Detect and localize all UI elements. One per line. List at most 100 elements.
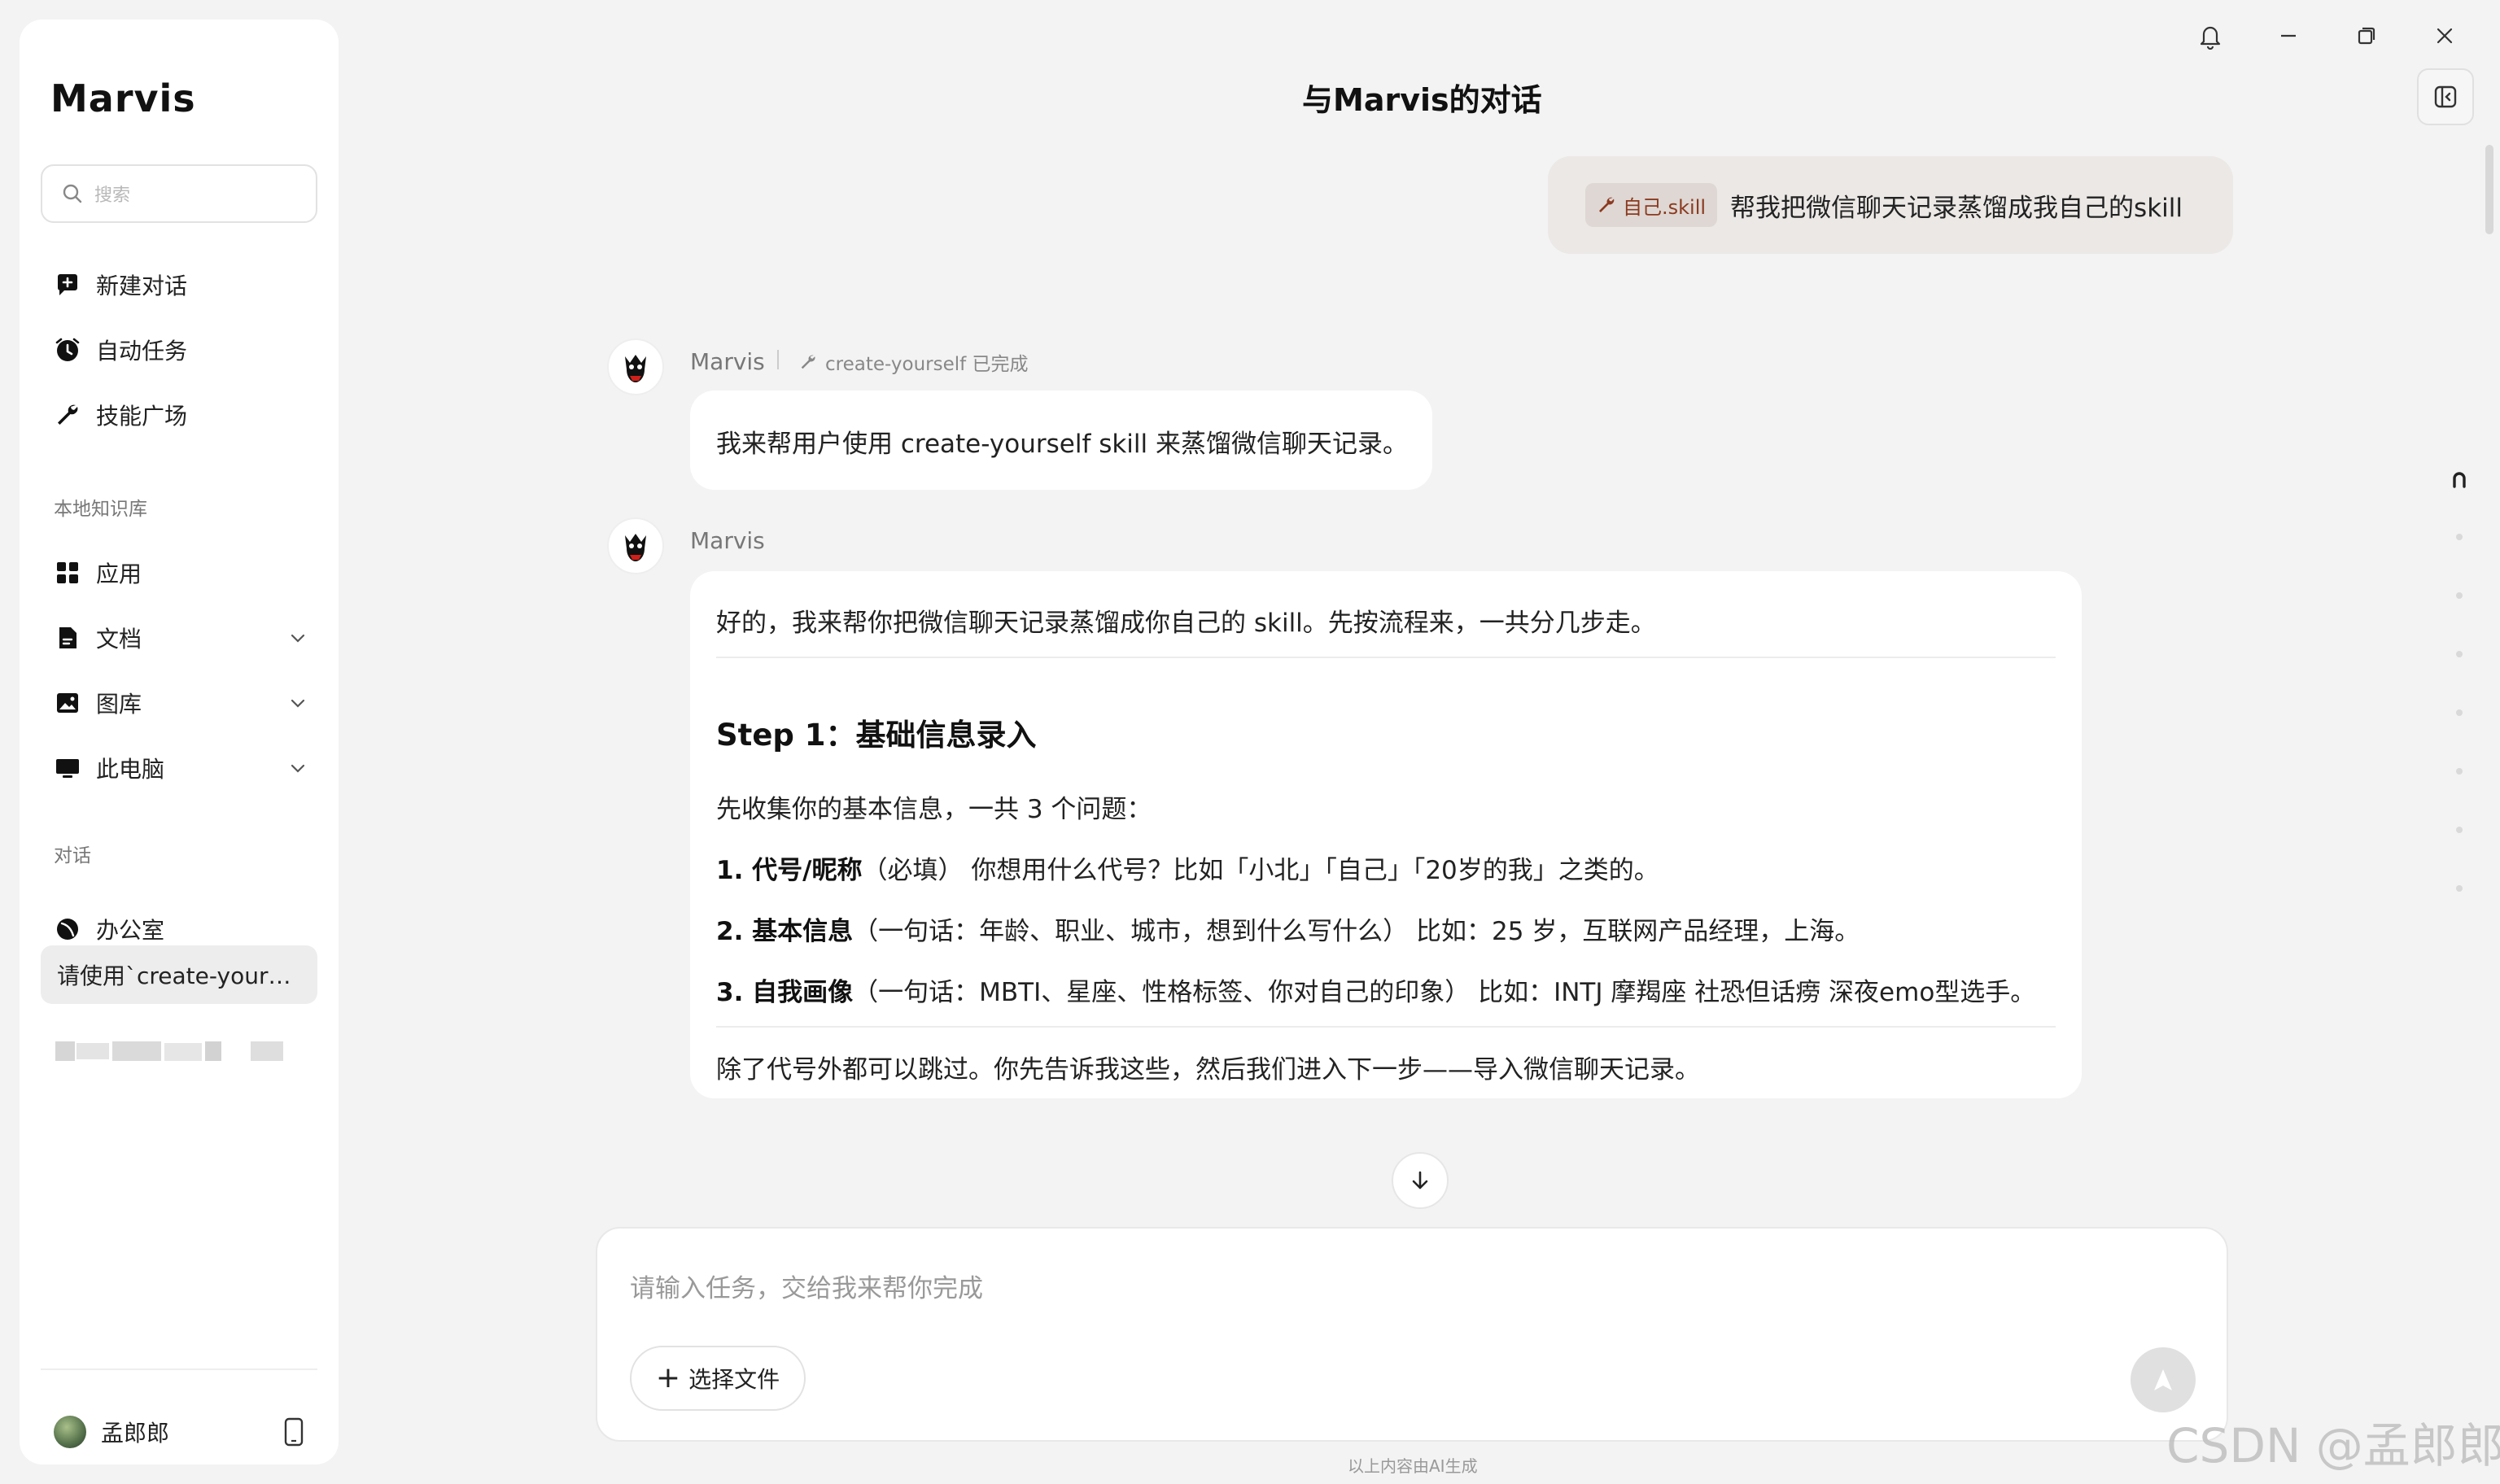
new-chat-icon	[54, 271, 81, 299]
close-icon[interactable]	[2427, 18, 2463, 54]
scrollbar[interactable]	[2485, 145, 2493, 234]
bot-avatar	[607, 517, 664, 574]
watermark: CSDN @孟郎郎	[2166, 1418, 2500, 1473]
conversation-title: 请使用`create-yourself`帮我把微信聊天记录蒸馏成我自己的skil…	[57, 962, 301, 989]
sidebar-item-label: 应用	[96, 561, 142, 587]
chevron-down-icon[interactable]	[288, 693, 308, 713]
sidebar-item-gallery[interactable]: 图库	[54, 679, 314, 727]
wrench-icon	[1597, 195, 1623, 215]
marvis-mascot-icon	[625, 355, 646, 382]
step-lead: 先收集你的基本信息，一共 3 个问题：	[716, 795, 1152, 824]
restore-icon[interactable]	[2349, 18, 2384, 54]
arrow-down-icon	[1407, 1168, 1433, 1194]
question-num: 3.	[716, 978, 753, 1007]
sidebar-item-label: 文档	[96, 626, 142, 653]
question-num: 2.	[716, 917, 753, 946]
sidebar-item-label: 技能广场	[96, 403, 188, 430]
question-item: 3. 自我画像（一句话：MBTI、星座、性格标签、你对自己的印象） 比如：INT…	[716, 971, 2056, 1008]
bot-message-bubble: 我来帮用户使用 create-yourself skill 来蒸馏微信聊天记录。	[690, 391, 1432, 490]
search-input[interactable]: 搜索	[41, 164, 317, 223]
sidebar-item-documents[interactable]: 文档	[54, 613, 314, 662]
outline-dot[interactable]	[2456, 651, 2463, 657]
wrench-icon	[799, 353, 825, 371]
page-title: 与Marvis的对话	[1302, 82, 1542, 118]
image-icon	[54, 689, 81, 717]
skill-tag-label: 自己.skill	[1623, 195, 1707, 219]
wrench-icon	[54, 401, 81, 429]
sidebar-item-label: 自动任务	[96, 338, 188, 364]
outline-dot[interactable]	[2456, 768, 2463, 775]
bot-intro: 好的，我来帮你把微信聊天记录蒸馏成你自己的 skill。先按流程来，一共分几步走…	[716, 609, 1656, 638]
sidebar-item-skill-market[interactable]: 技能广场	[54, 391, 314, 439]
send-icon	[2148, 1365, 2178, 1395]
sidebar-item-label: 办公室	[96, 917, 165, 944]
send-button[interactable]	[2131, 1347, 2196, 1412]
user-name: 孟郎郎	[101, 1420, 170, 1447]
monitor-icon	[54, 754, 81, 782]
bell-icon[interactable]	[2192, 18, 2228, 54]
question-detail: （一句话：年龄、职业、城市，想到什么写什么） 比如：25 岁，互联网产品经理，上…	[853, 917, 1860, 946]
conversation-item-active[interactable]: 请使用`create-yourself`帮我把微信聊天记录蒸馏成我自己的skil…	[41, 945, 317, 1004]
section-conversations: 对话	[54, 845, 91, 866]
marvis-mascot-icon	[625, 534, 646, 561]
question-detail: （必填） 你想用什么代号？比如「小北」「自己」「20岁的我」之类的。	[862, 856, 1659, 885]
sidebar-item-apps[interactable]: 应用	[54, 548, 314, 597]
choose-file-button[interactable]: + 选择文件	[630, 1346, 806, 1411]
search-placeholder: 搜索	[94, 186, 131, 206]
sidebar-divider	[41, 1368, 317, 1370]
minimize-icon[interactable]	[2271, 18, 2306, 54]
question-key: 基本信息	[752, 917, 854, 946]
outline-dot[interactable]	[2456, 709, 2463, 716]
outline-dot[interactable]	[2456, 534, 2463, 540]
plus-icon: +	[655, 1361, 681, 1395]
outline-dot[interactable]	[2456, 827, 2463, 833]
user-message: 自己.skill 帮我把微信聊天记录蒸馏成我自己的skill	[1548, 156, 2233, 254]
ai-disclaimer: 以上内容由AI生成	[1348, 1456, 1478, 1476]
bot-message-bubble: 好的，我来帮你把微信聊天记录蒸馏成你自己的 skill。先按流程来，一共分几步走…	[690, 571, 2082, 1098]
divider	[716, 657, 2056, 658]
section-local-kb: 本地知识库	[54, 499, 147, 520]
user-profile[interactable]: 孟郎郎	[54, 1406, 314, 1458]
question-item: 1. 代号/昵称（必填） 你想用什么代号？比如「小北」「自己」「20岁的我」之类…	[716, 849, 2056, 886]
toggle-panel-button[interactable]	[2417, 68, 2474, 125]
app-logo: Marvis	[50, 76, 196, 120]
bot-meta-divider	[777, 350, 779, 369]
bot-name: Marvis	[690, 527, 765, 554]
divider	[716, 1026, 2056, 1028]
user-message-text: 帮我把微信聊天记录蒸馏成我自己的skill	[1730, 193, 2183, 223]
step-heading: Step 1：基础信息录入	[716, 718, 1037, 753]
choose-file-label: 选择文件	[688, 1366, 780, 1393]
question-detail: （一句话：MBTI、星座、性格标签、你对自己的印象） 比如：INTJ 摩羯座 社…	[853, 978, 2036, 1007]
blurred-conversation-item[interactable]	[55, 1035, 299, 1067]
sidebar-item-label: 此电脑	[96, 756, 165, 783]
document-icon	[54, 624, 81, 652]
apps-grid-icon	[54, 559, 81, 587]
sidebar-item-new-chat[interactable]: 新建对话	[54, 260, 314, 309]
bot-name: Marvis	[690, 348, 765, 375]
skill-tag[interactable]: 自己.skill	[1585, 183, 1718, 227]
leaf-icon	[54, 915, 81, 943]
question-key: 代号/昵称	[752, 856, 863, 885]
question-num: 1.	[716, 856, 753, 885]
message-composer[interactable]: 请输入任务，交给我来帮你完成 + 选择文件	[596, 1227, 2228, 1442]
clock-icon	[54, 336, 81, 364]
skill-status[interactable]: create-yourself 已完成	[799, 348, 1029, 376]
sidebar-item-auto-tasks[interactable]: 自动任务	[54, 325, 314, 374]
outline-dot[interactable]	[2456, 885, 2463, 892]
chevron-down-icon[interactable]	[288, 758, 308, 778]
sidebar: Marvis 搜索 新建对话 自动任务 技能广场 本地知识库 应用 文档 图库 …	[20, 20, 339, 1464]
phone-icon[interactable]	[283, 1417, 304, 1447]
outline-dot[interactable]	[2456, 592, 2463, 599]
search-icon	[62, 183, 83, 204]
panel-toggle-icon	[2432, 84, 2458, 110]
outline-marker-icon[interactable]	[2451, 470, 2467, 488]
bot-outro: 除了代号外都可以跳过。你先告诉我这些，然后我们进入下一步——导入微信聊天记录。	[716, 1055, 1700, 1085]
skill-status-text: create-yourself 已完成	[825, 354, 1029, 375]
question-key: 自我画像	[752, 978, 854, 1007]
sidebar-item-label: 图库	[96, 691, 142, 718]
composer-input[interactable]: 请输入任务，交给我来帮你完成	[630, 1268, 983, 1304]
scroll-to-bottom-button[interactable]	[1392, 1152, 1449, 1209]
sidebar-item-label: 新建对话	[96, 273, 188, 299]
chevron-down-icon[interactable]	[288, 628, 308, 648]
sidebar-item-this-pc[interactable]: 此电脑	[54, 744, 314, 792]
